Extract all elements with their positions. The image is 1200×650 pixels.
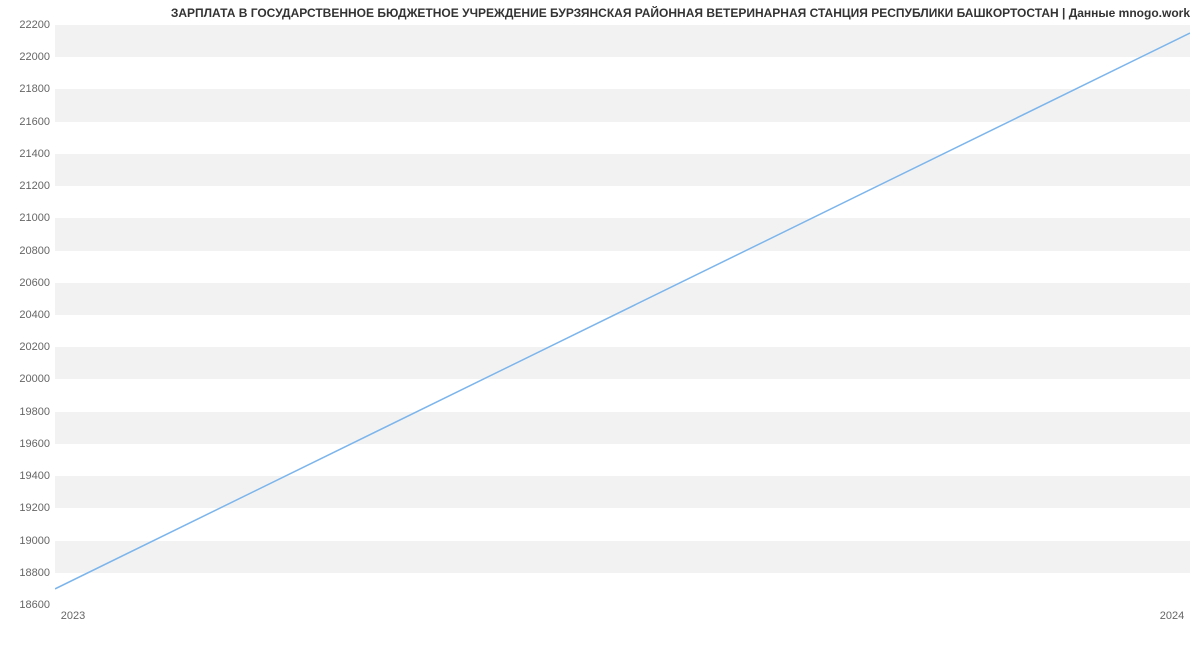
grid-band bbox=[55, 154, 1190, 186]
y-tick-label: 21600 bbox=[6, 116, 50, 128]
grid-band bbox=[55, 541, 1190, 573]
y-tick-label: 18800 bbox=[6, 567, 50, 579]
y-tick-label: 21200 bbox=[6, 180, 50, 192]
grid-band bbox=[55, 57, 1190, 89]
grid-band bbox=[55, 283, 1190, 315]
y-tick-label: 19400 bbox=[6, 470, 50, 482]
y-tick-label: 20600 bbox=[6, 277, 50, 289]
y-tick-label: 20000 bbox=[6, 373, 50, 385]
grid-band bbox=[55, 218, 1190, 250]
grid-band bbox=[55, 508, 1190, 540]
grid-band bbox=[55, 444, 1190, 476]
grid-band bbox=[55, 25, 1190, 57]
y-tick-label: 22200 bbox=[6, 19, 50, 31]
y-tick-label: 20200 bbox=[6, 341, 50, 353]
grid-band bbox=[55, 347, 1190, 379]
y-tick-label: 19800 bbox=[6, 406, 50, 418]
x-tick-label: 2023 bbox=[61, 610, 85, 622]
y-tick-label: 20800 bbox=[6, 245, 50, 257]
grid-band bbox=[55, 379, 1190, 411]
y-tick-label: 21000 bbox=[6, 212, 50, 224]
y-tick-label: 19000 bbox=[6, 535, 50, 547]
grid-band bbox=[55, 412, 1190, 444]
grid-band bbox=[55, 122, 1190, 154]
y-tick-label: 20400 bbox=[6, 309, 50, 321]
x-tick-label: 2024 bbox=[1160, 610, 1184, 622]
chart-title: ЗАРПЛАТА В ГОСУДАРСТВЕННОЕ БЮДЖЕТНОЕ УЧР… bbox=[171, 6, 1190, 20]
grid-band bbox=[55, 476, 1190, 508]
grid-band bbox=[55, 573, 1190, 605]
y-tick-label: 18600 bbox=[6, 599, 50, 611]
grid-band bbox=[55, 315, 1190, 347]
y-tick-label: 19200 bbox=[6, 502, 50, 514]
y-tick-label: 21400 bbox=[6, 148, 50, 160]
grid-band bbox=[55, 89, 1190, 121]
y-tick-label: 22000 bbox=[6, 51, 50, 63]
grid-band bbox=[55, 251, 1190, 283]
y-tick-label: 19600 bbox=[6, 438, 50, 450]
plot-area bbox=[55, 25, 1190, 605]
grid-band bbox=[55, 186, 1190, 218]
y-tick-label: 21800 bbox=[6, 83, 50, 95]
